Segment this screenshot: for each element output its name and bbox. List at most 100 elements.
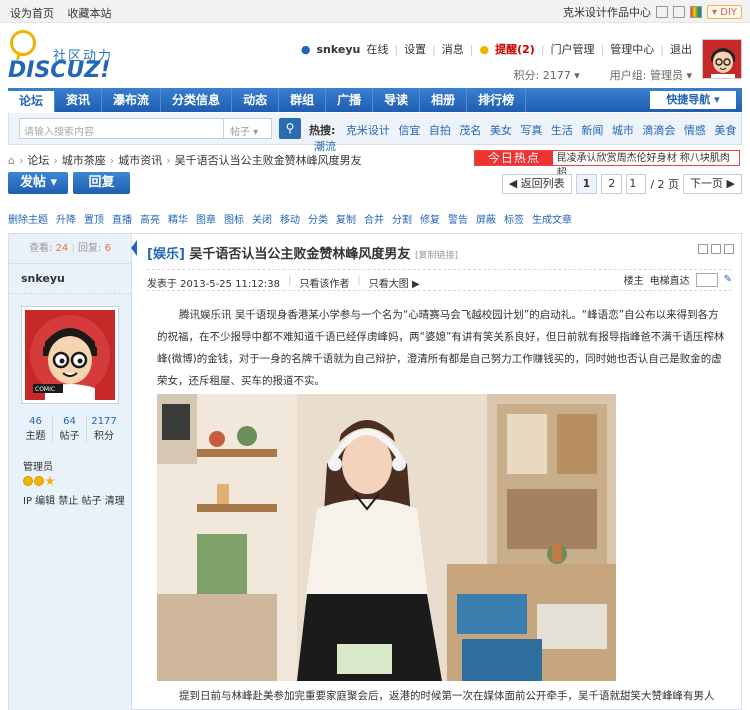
- portal-admin-link[interactable]: 门户管理: [551, 41, 595, 57]
- bulb-icon: ●: [479, 42, 490, 56]
- mod-split[interactable]: 分割: [392, 211, 412, 226]
- nav-classifieds[interactable]: 分类信息: [161, 88, 233, 112]
- hot-item[interactable]: 情感: [684, 124, 706, 137]
- palette-icon[interactable]: [690, 6, 703, 18]
- author-stats: 46 主题 64 帖子 2177 积分: [9, 416, 131, 442]
- username-link[interactable]: snkeyu: [316, 43, 360, 56]
- hot-item[interactable]: 美女: [490, 124, 512, 137]
- views-count: 24: [55, 243, 69, 254]
- fullscreen-icon[interactable]: [656, 6, 669, 18]
- post-category[interactable]: [娱乐]: [147, 247, 185, 262]
- hot-item[interactable]: 城市: [612, 124, 634, 137]
- print-icon[interactable]: [698, 244, 708, 254]
- hot-topic-banner[interactable]: 今日热点 昆凌承认欣赏周杰伦好身材 称八块肌肉超: [474, 150, 740, 179]
- set-homepage-link[interactable]: 设为首页: [10, 7, 54, 20]
- search-button[interactable]: ⚲: [279, 118, 301, 139]
- settings-link[interactable]: 设置: [404, 41, 426, 57]
- post-button[interactable]: 发帖 ▾: [8, 172, 68, 194]
- hot-item[interactable]: 新闻: [581, 124, 603, 137]
- user-avatar[interactable]: [702, 39, 742, 79]
- hot-item[interactable]: 信宜: [398, 124, 420, 137]
- author-only-link[interactable]: 只看该作者: [299, 275, 349, 290]
- prev-thread-icon[interactable]: [711, 244, 721, 254]
- style-icon[interactable]: [673, 6, 686, 18]
- next-thread-icon[interactable]: [724, 244, 734, 254]
- crumb-city-teahouse[interactable]: 城市茶座: [62, 152, 106, 168]
- crumb-forum[interactable]: 论坛: [27, 152, 49, 168]
- hot-item[interactable]: 茂名: [459, 124, 481, 137]
- home-icon[interactable]: ⌂: [8, 154, 15, 167]
- edit-icon[interactable]: ✎: [724, 274, 732, 285]
- hot-item[interactable]: 生活: [551, 124, 573, 137]
- mod-make-article[interactable]: 生成文章: [532, 211, 572, 226]
- group-dropdown[interactable]: 用户组: 管理员 ▾: [610, 67, 692, 83]
- mod-category[interactable]: 分类: [308, 211, 328, 226]
- back-to-list-button[interactable]: ◀ 返回列表: [501, 174, 572, 194]
- nav-waterfall[interactable]: 瀑布流: [102, 88, 162, 112]
- mod-warn[interactable]: 警告: [448, 211, 468, 226]
- hot-item[interactable]: 写真: [520, 124, 542, 137]
- mod-close[interactable]: 关闭: [252, 211, 272, 226]
- site-logo[interactable]: 社区动力 DISCUZ!: [8, 30, 118, 83]
- hot-item[interactable]: 自拍: [429, 124, 451, 137]
- hot-item[interactable]: 克米设计: [346, 124, 390, 137]
- big-image-label: 只看大图: [368, 279, 409, 290]
- topics-stat[interactable]: 46 主题: [19, 416, 53, 442]
- mod-merge[interactable]: 合并: [364, 211, 384, 226]
- author-group[interactable]: 管理员: [9, 458, 131, 473]
- mod-bump[interactable]: 升降: [56, 211, 76, 226]
- points-stat[interactable]: 2177 积分: [87, 416, 121, 442]
- post-photo[interactable]: [157, 394, 616, 681]
- mod-delete[interactable]: 删除主题: [8, 211, 48, 226]
- floor-input[interactable]: [695, 272, 718, 287]
- logout-link[interactable]: 退出: [670, 41, 692, 57]
- nav-guide[interactable]: 导读: [373, 88, 421, 112]
- page-1[interactable]: 1: [575, 174, 598, 194]
- nav-feed[interactable]: 动态: [232, 88, 280, 112]
- author-ops[interactable]: IP 编辑 禁止 帖子 清理: [9, 492, 131, 507]
- mod-stamp[interactable]: 图章: [196, 211, 216, 226]
- rank-icons: [9, 476, 131, 486]
- mod-sticky[interactable]: 置顶: [84, 211, 104, 226]
- points-dropdown[interactable]: 积分: 2177 ▾: [514, 67, 580, 83]
- mod-icon[interactable]: 图标: [224, 211, 244, 226]
- mod-tags[interactable]: 标签: [504, 211, 524, 226]
- mod-move[interactable]: 移动: [280, 211, 300, 226]
- nav-ranking[interactable]: 排行榜: [467, 88, 527, 112]
- posts-stat[interactable]: 64 帖子: [53, 416, 87, 442]
- author-name[interactable]: snkeyu: [9, 264, 131, 294]
- search-scope-select[interactable]: 帖子 ▾: [224, 118, 272, 139]
- mod-live[interactable]: 直播: [112, 211, 132, 226]
- reply-button[interactable]: 回复: [73, 172, 130, 194]
- remind-link[interactable]: 提醒(2): [495, 41, 535, 57]
- diy-button[interactable]: ▾ DIY: [707, 5, 742, 19]
- nav-news[interactable]: 资讯: [55, 88, 103, 112]
- mod-digest[interactable]: 精华: [168, 211, 188, 226]
- mod-block[interactable]: 屏蔽: [476, 211, 496, 226]
- crumb-city-news[interactable]: 城市资讯: [118, 152, 162, 168]
- bookmark-link[interactable]: 收藏本站: [68, 7, 112, 20]
- crumb-thread[interactable]: 吴千语否认当公主败金赞林峰风度男友: [175, 152, 362, 168]
- hot-item[interactable]: 美食: [714, 124, 736, 137]
- mod-highlight[interactable]: 高亮: [140, 211, 160, 226]
- nav-forum[interactable]: 论坛: [8, 91, 56, 112]
- next-page-button[interactable]: 下一页 ▶: [683, 174, 742, 194]
- author-avatar[interactable]: COMIC: [21, 306, 119, 404]
- mod-repair[interactable]: 修复: [420, 211, 440, 226]
- mod-copy[interactable]: 复制: [336, 211, 356, 226]
- design-center-link[interactable]: 克米设计作品中心: [563, 4, 651, 20]
- nav-groups[interactable]: 群组: [279, 88, 327, 112]
- hot-topic-text[interactable]: 昆凌承认欣赏周杰伦好身材 称八块肌肉超: [553, 151, 739, 179]
- hot-item[interactable]: 滴滴会: [642, 124, 675, 137]
- messages-link[interactable]: 消息: [442, 41, 464, 57]
- big-image-link[interactable]: 只看大图 ▶: [369, 275, 420, 290]
- quick-nav-button[interactable]: 快捷导航 ▾: [650, 91, 736, 109]
- nav-album[interactable]: 相册: [420, 88, 468, 112]
- page-2[interactable]: 2: [601, 174, 623, 194]
- nav-broadcast[interactable]: 广播: [326, 88, 374, 112]
- search-input[interactable]: 请输入搜索内容: [19, 118, 224, 139]
- main-nav: 论坛 资讯 瀑布流 分类信息 动态 群组 广播 导读 相册 排行榜 快捷导航 ▾: [8, 88, 742, 112]
- copy-link[interactable]: [复制链接]: [415, 251, 458, 261]
- page-input[interactable]: 1: [626, 174, 647, 194]
- admin-center-link[interactable]: 管理中心: [610, 41, 654, 57]
